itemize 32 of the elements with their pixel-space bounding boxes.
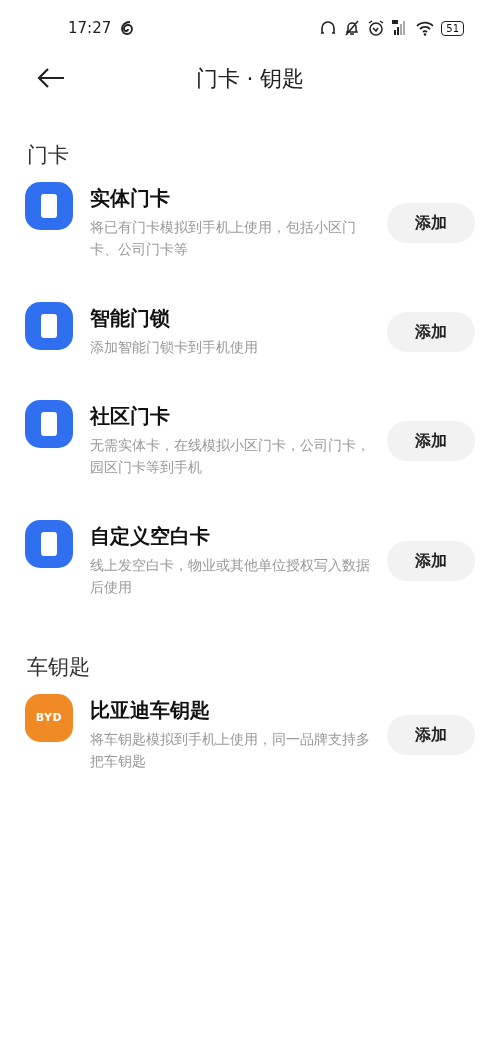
item-title: 社区门卡 — [90, 403, 171, 430]
card-app-icon — [25, 520, 73, 568]
car-brand-logo: BYD — [25, 694, 73, 742]
add-button[interactable]: 添加 — [387, 715, 475, 755]
alarm-icon — [367, 19, 386, 37]
item-description: 将车钥匙模拟到手机上使用，同一品牌支持多把车钥匙 — [90, 730, 370, 771]
section-heading: 门卡 — [26, 142, 70, 169]
item-description: 无需实体卡，在线模拟小区门卡，公司门卡，园区门卡等到手机 — [90, 436, 370, 477]
page-title: 门卡 · 钥匙 — [195, 64, 305, 93]
back-button[interactable] — [36, 66, 66, 90]
add-button[interactable]: 添加 — [387, 312, 475, 352]
item-title: 自定义空白卡 — [90, 523, 211, 550]
card-app-icon — [25, 302, 73, 350]
add-button[interactable]: 添加 — [387, 541, 475, 581]
item-description: 添加智能门锁卡到手机使用 — [90, 338, 259, 357]
card-app-icon — [25, 182, 73, 230]
bell-off-icon — [343, 19, 362, 37]
swirl-icon — [119, 20, 136, 36]
item-description: 将已有门卡模拟到手机上使用，包括小区门卡、公司门卡等 — [90, 218, 357, 259]
item-title: 比亚迪车钥匙 — [90, 697, 211, 724]
item-description: 线上发空白卡，物业或其他单位授权写入数据后使用 — [90, 556, 370, 597]
card-app-icon — [25, 400, 73, 448]
add-button[interactable]: 添加 — [387, 203, 475, 243]
back-arrow-icon — [36, 66, 66, 90]
wifi-icon — [415, 19, 436, 37]
section-heading: 车钥匙 — [26, 654, 91, 681]
item-title: 实体门卡 — [90, 185, 171, 212]
status-time: 17:27 — [68, 17, 112, 39]
battery-indicator: 51 — [441, 20, 464, 36]
add-button[interactable]: 添加 — [387, 421, 475, 461]
item-title: 智能门锁 — [90, 305, 171, 332]
headphones-icon — [319, 19, 338, 37]
